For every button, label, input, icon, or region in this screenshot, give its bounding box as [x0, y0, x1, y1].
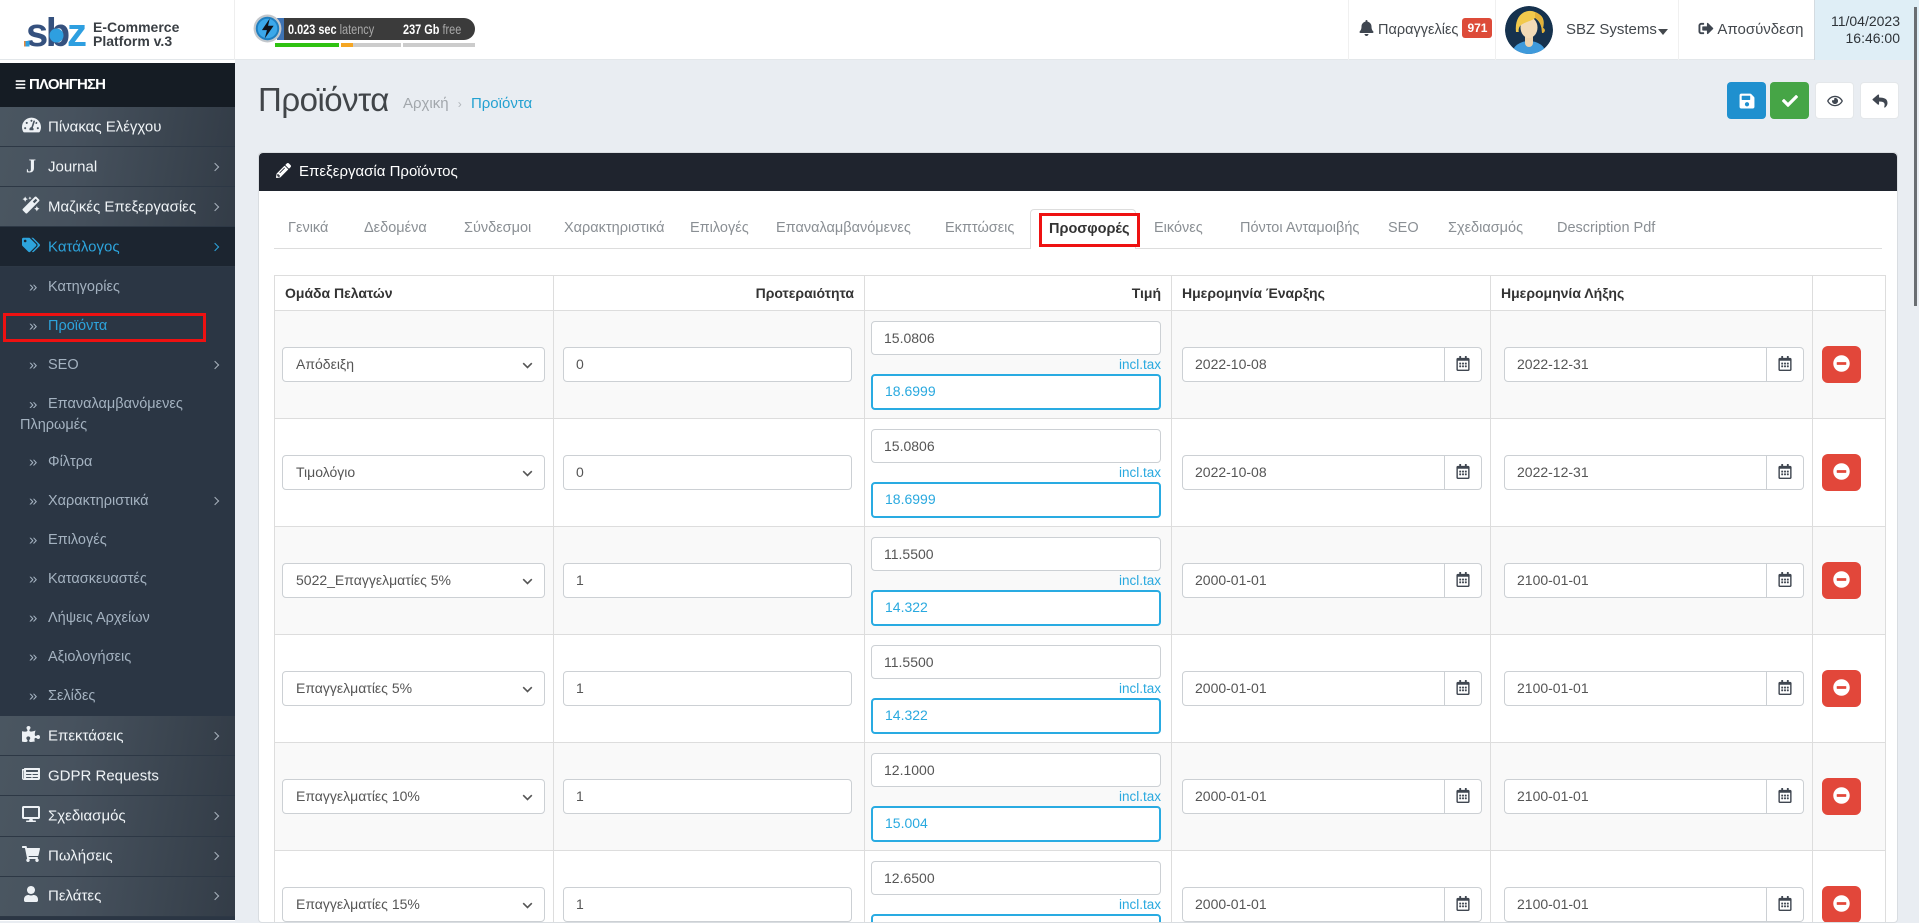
- svg-text:z: z: [67, 11, 87, 48]
- svg-text:sb: sb: [26, 11, 69, 48]
